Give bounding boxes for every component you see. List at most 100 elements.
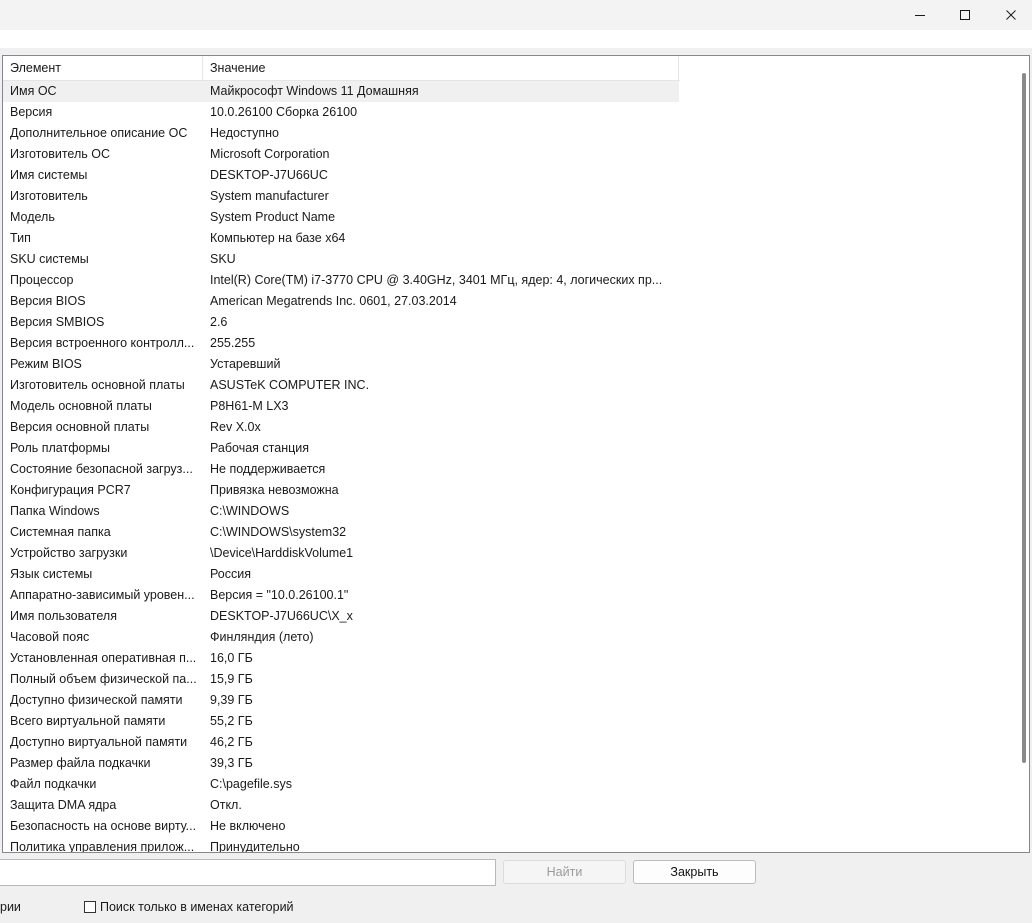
list-row[interactable]: Установленная оперативная п... 16,0 ГБ: [3, 648, 1017, 669]
list-row[interactable]: Язык системы Россия: [3, 564, 1017, 585]
list-row[interactable]: Файл подкачки C:\pagefile.sys: [3, 774, 1017, 795]
row-value-cell: 255.255: [210, 336, 256, 350]
list-row[interactable]: Безопасность на основе вирту... Не включе…: [3, 816, 1017, 837]
row-item-cell: Доступно виртуальной памяти: [10, 735, 188, 749]
list-row[interactable]: Имя пользователя DESKTOP-J7U66UC\X_x: [3, 606, 1017, 627]
row-item-cell: Часовой пояс: [10, 630, 90, 644]
column-header-value[interactable]: Значение: [203, 56, 679, 80]
row-value-cell: DESKTOP-J7U66UC: [210, 168, 328, 182]
row-value-cell: 55,2 ГБ: [210, 714, 253, 728]
row-item-cell: Версия встроенного контролл...: [10, 336, 195, 350]
row-value-cell: Откл.: [210, 798, 242, 812]
list-row[interactable]: Всего виртуальной памяти 55,2 ГБ: [3, 711, 1017, 732]
row-item-cell: Роль платформы: [10, 441, 110, 455]
list-row[interactable]: Имя системы DESKTOP-J7U66UC: [3, 165, 1017, 186]
row-item-cell: Безопасность на основе вирту...: [10, 819, 197, 833]
list-row[interactable]: Изготовитель ОС Microsoft Corporation: [3, 144, 1017, 165]
list-row[interactable]: SKU системы SKU: [3, 249, 1017, 270]
search-input[interactable]: [0, 859, 496, 886]
category-names-only-checkbox[interactable]: [84, 901, 96, 913]
row-value-cell: Не поддерживается: [210, 462, 326, 476]
row-item-cell: Доступно физической памяти: [10, 693, 183, 707]
list-row[interactable]: Устройство загрузки \Device\HarddiskVolum…: [3, 543, 1017, 564]
list-row[interactable]: Полный объем физической па... 15,9 ГБ: [3, 669, 1017, 690]
list-row[interactable]: Роль платформы Рабочая станция: [3, 438, 1017, 459]
list-row[interactable]: Доступно физической памяти 9,39 ГБ: [3, 690, 1017, 711]
list-row[interactable]: Модель основной платы P8H61-M LX3: [3, 396, 1017, 417]
row-item-cell: Версия основной платы: [10, 420, 150, 434]
row-item-cell: Состояние безопасной загруз...: [10, 462, 193, 476]
list-row[interactable]: Защита DMA ядра Откл.: [3, 795, 1017, 816]
list-row[interactable]: Изготовитель основной платы ASUSTeK COMPU…: [3, 375, 1017, 396]
row-item-cell: Размер файла подкачки: [10, 756, 151, 770]
row-value-cell: SKU: [210, 252, 236, 266]
row-value-cell: Устаревший: [210, 357, 281, 371]
list-row[interactable]: Версия основной платы Rev X.0x: [3, 417, 1017, 438]
scrollbar-thumb[interactable]: [1022, 73, 1026, 763]
list-row[interactable]: Версия BIOS American Megatrends Inc. 0601…: [3, 291, 1017, 312]
row-item-cell: Имя системы: [10, 168, 88, 182]
list-row[interactable]: Доступно виртуальной памяти 46,2 ГБ: [3, 732, 1017, 753]
list-row[interactable]: Процессор Intel(R) Core(TM) i7-3770 CPU @…: [3, 270, 1017, 291]
row-value-cell: 10.0.26100 Сборка 26100: [210, 105, 358, 119]
row-item-cell: Изготовитель основной платы: [10, 378, 185, 392]
list-row[interactable]: Модель System Product Name: [3, 207, 1017, 228]
row-value-cell: Intel(R) Core(TM) i7-3770 CPU @ 3.40GHz,…: [210, 273, 663, 287]
list-row[interactable]: Аппаратно-зависимый уровен... Версия = "1…: [3, 585, 1017, 606]
close-icon: [1006, 10, 1016, 20]
row-item-cell: Установленная оперативная п...: [10, 651, 197, 665]
row-item-cell: Аппаратно-зависимый уровен...: [10, 588, 195, 602]
list-header: Элемент Значение: [3, 56, 680, 81]
row-item-cell: Тип: [10, 231, 31, 245]
vertical-scrollbar[interactable]: [1016, 57, 1028, 851]
row-value-cell: Рабочая станция: [210, 441, 310, 455]
toolbar-area: [0, 30, 1032, 48]
row-value-cell: American Megatrends Inc. 0601, 27.03.201…: [210, 294, 457, 308]
list-row[interactable]: Версия встроенного контролл... 255.255: [3, 333, 1017, 354]
list-row[interactable]: Размер файла подкачки 39,3 ГБ: [3, 753, 1017, 774]
row-item-cell: Всего виртуальной памяти: [10, 714, 166, 728]
row-item-cell: Версия BIOS: [10, 294, 86, 308]
row-value-cell: 46,2 ГБ: [210, 735, 253, 749]
find-button[interactable]: Найти: [503, 860, 626, 884]
close-window-button[interactable]: [988, 0, 1032, 30]
row-item-cell: Имя пользователя: [10, 609, 117, 623]
list-row[interactable]: Режим BIOS Устаревший: [3, 354, 1017, 375]
row-value-cell: Принудительно: [210, 840, 300, 853]
list-row[interactable]: Системная папка C:\WINDOWS\system32: [3, 522, 1017, 543]
minimize-button[interactable]: [897, 0, 943, 30]
list-row[interactable]: Изготовитель System manufacturer: [3, 186, 1017, 207]
list-row[interactable]: Конфигурация PCR7 Привязка невозможна: [3, 480, 1017, 501]
list-row[interactable]: Тип Компьютер на базе x64: [3, 228, 1017, 249]
row-item-cell: Процессор: [10, 273, 74, 287]
list-row[interactable]: Имя ОС Майкрософт Windows 11 Домашняя: [3, 81, 1017, 102]
close-button[interactable]: Закрыть: [633, 860, 756, 884]
column-header-item[interactable]: Элемент: [3, 56, 203, 80]
row-value-cell: Компьютер на базе x64: [210, 231, 346, 245]
row-item-cell: SKU системы: [10, 252, 89, 266]
row-item-cell: Системная папка: [10, 525, 111, 539]
system-summary-list[interactable]: Элемент Значение Имя ОС Майкрософт Window…: [2, 55, 1030, 853]
list-row[interactable]: Папка Windows C:\WINDOWS: [3, 501, 1017, 522]
row-value-cell: C:\WINDOWS: [210, 504, 290, 518]
row-value-cell: Microsoft Corporation: [210, 147, 330, 161]
list-row[interactable]: Часовой пояс Финляндия (лето): [3, 627, 1017, 648]
row-item-cell: Дополнительное описание ОС: [10, 126, 188, 140]
row-item-cell: Язык системы: [10, 567, 93, 581]
list-row[interactable]: Политика управления прилож... Принудитель…: [3, 837, 1017, 853]
row-value-cell: DESKTOP-J7U66UC\X_x: [210, 609, 353, 623]
row-value-cell: Не включено: [210, 819, 286, 833]
row-item-cell: Модель: [10, 210, 55, 224]
maximize-button[interactable]: [942, 0, 988, 30]
row-item-cell: Режим BIOS: [10, 357, 82, 371]
list-row[interactable]: Состояние безопасной загруз... Не поддерж…: [3, 459, 1017, 480]
list-row[interactable]: Дополнительное описание ОС Недоступно: [3, 123, 1017, 144]
category-names-only-option[interactable]: Поиск только в именах категорий: [84, 898, 294, 916]
list-row[interactable]: Версия 10.0.26100 Сборка 26100: [3, 102, 1017, 123]
list-row[interactable]: Версия SMBIOS 2.6: [3, 312, 1017, 333]
row-value-cell: ASUSTeK COMPUTER INC.: [210, 378, 370, 392]
maximize-icon: [960, 10, 970, 20]
row-value-cell: P8H61-M LX3: [210, 399, 289, 413]
list-rows: Имя ОС Майкрософт Windows 11 Домашняя Верс…: [3, 81, 1017, 853]
row-value-cell: Россия: [210, 567, 251, 581]
